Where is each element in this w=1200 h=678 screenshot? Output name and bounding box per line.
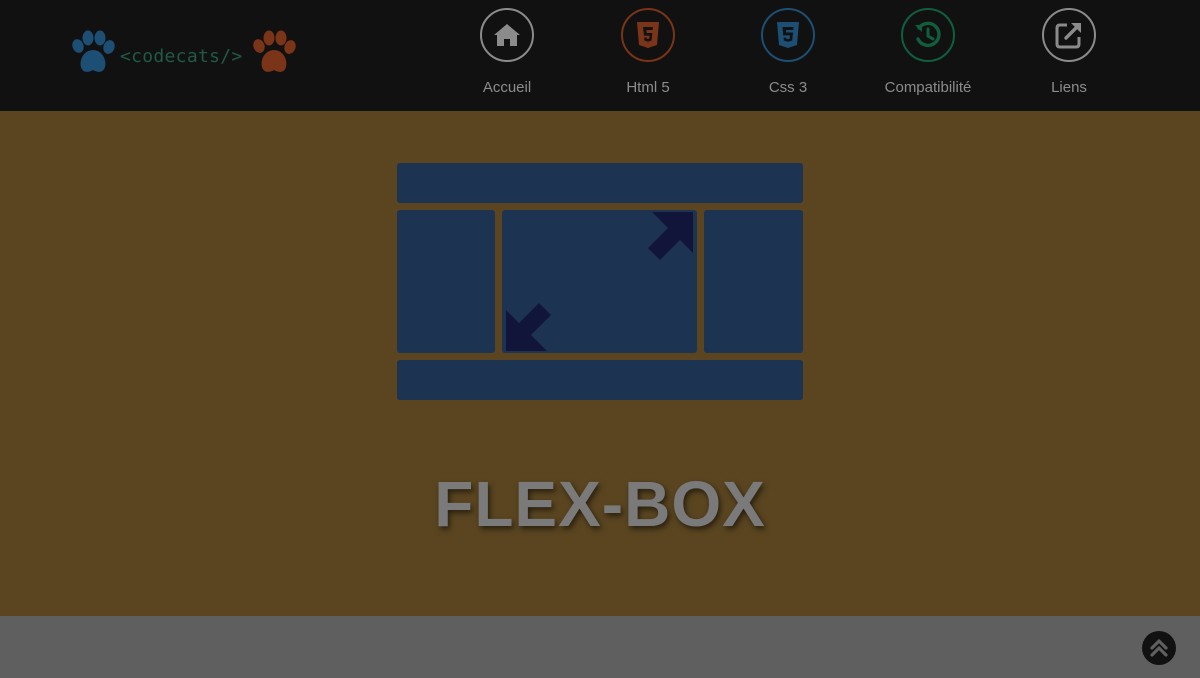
html5-icon (621, 8, 675, 62)
css3-icon (761, 8, 815, 62)
nav-label-css3: Css 3 (768, 79, 808, 96)
page: <codecats/> Accueil Html 5 Css 3 Compati… (0, 0, 1200, 678)
nav-label-html5: Html 5 (626, 79, 670, 96)
flex-block-left (397, 210, 495, 353)
nav-label-compatibilite: Compatibilité (884, 79, 972, 96)
chevron-up-icon (1150, 639, 1168, 657)
nav-item-html5[interactable]: Html 5 (588, 6, 708, 106)
site-header: <codecats/> Accueil Html 5 Css 3 Compati… (0, 0, 1200, 111)
nav-item-css3[interactable]: Css 3 (728, 6, 848, 106)
history-icon (901, 8, 955, 62)
external-link-icon (1042, 8, 1096, 62)
main-nav: Accueil Html 5 Css 3 Compatibilité Liens (0, 6, 1200, 106)
nav-label-accueil: Accueil (482, 79, 532, 96)
flex-block-top (397, 163, 803, 203)
flex-block-center (502, 210, 697, 353)
flex-block-bottom (397, 360, 803, 400)
nav-label-liens: Liens (1051, 79, 1087, 96)
flexbox-layout-icon (397, 163, 803, 400)
nav-item-accueil[interactable]: Accueil (447, 6, 567, 106)
scroll-top-button[interactable] (1142, 631, 1176, 665)
content-area (0, 616, 1200, 678)
flex-block-right (704, 210, 803, 353)
page-title: FLEX-BOX (434, 468, 766, 540)
resize-arrows-icon (506, 212, 693, 351)
hero-banner: FLEX-BOX (0, 111, 1200, 616)
nav-item-compatibilite[interactable]: Compatibilité (868, 6, 988, 106)
nav-item-liens[interactable]: Liens (1009, 6, 1129, 106)
home-icon (480, 8, 534, 62)
